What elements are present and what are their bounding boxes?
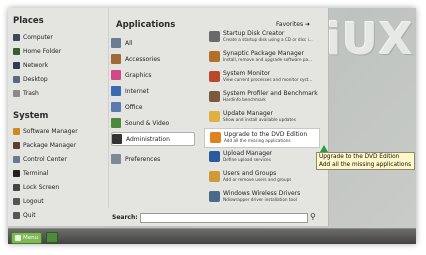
tooltip: Upgrade to the DVD Edition Add all the m… bbox=[316, 152, 415, 170]
upgrade-dvd-icon bbox=[210, 132, 221, 143]
all-icon bbox=[111, 38, 121, 48]
startup-disk-icon bbox=[209, 31, 220, 42]
app-windows-wireless-drivers[interactable]: Windows Wireless Drivers Ndiswrapper driv… bbox=[204, 188, 320, 208]
app-users-and-groups[interactable]: Users and Groups Add or remove users and … bbox=[204, 168, 320, 188]
places-item-trash[interactable]: Trash bbox=[13, 88, 39, 99]
system-item-control-center[interactable]: Control Center bbox=[13, 154, 67, 165]
accessories-icon bbox=[111, 54, 121, 64]
system-item-software-manager[interactable]: Software Manager bbox=[13, 126, 78, 137]
app-upgrade-dvd-edition[interactable]: Upgrade to the DVD Edition Add all the mi… bbox=[204, 128, 320, 148]
administration-icon bbox=[112, 134, 122, 144]
computer-icon bbox=[13, 34, 20, 41]
category-administration[interactable]: Administration bbox=[111, 132, 195, 146]
search-label: Search: bbox=[112, 214, 138, 221]
category-internet[interactable]: Internet bbox=[111, 84, 195, 98]
internet-icon bbox=[111, 86, 121, 96]
logout-icon bbox=[13, 198, 20, 205]
system-item-quit[interactable]: Quit bbox=[13, 210, 36, 221]
places-title: Places bbox=[13, 16, 44, 26]
search-input[interactable] bbox=[140, 213, 308, 223]
app-synaptic-package-manager[interactable]: Synaptic Package Manager Install, remove … bbox=[204, 48, 320, 68]
category-preferences[interactable]: Preferences bbox=[111, 152, 195, 166]
places-item-network[interactable]: Network bbox=[13, 60, 48, 71]
users-groups-icon bbox=[209, 171, 220, 182]
category-sound-video[interactable]: Sound & Video bbox=[111, 116, 195, 130]
office-icon bbox=[111, 102, 121, 112]
desktop: iUX Places Computer Home Folder Network … bbox=[8, 8, 416, 244]
tooltip-description: Add all the missing applications bbox=[319, 161, 412, 168]
bottom-panel: Menu bbox=[8, 228, 416, 244]
system-item-package-manager[interactable]: Package Manager bbox=[13, 140, 76, 151]
system-title: System bbox=[13, 111, 49, 121]
system-item-terminal[interactable]: Terminal bbox=[13, 168, 48, 179]
category-all[interactable]: All bbox=[111, 36, 195, 50]
system-monitor-icon bbox=[209, 71, 220, 82]
app-system-monitor[interactable]: System Monitor View current processes and… bbox=[204, 68, 320, 88]
system-item-logout[interactable]: Logout bbox=[13, 196, 44, 207]
places-item-computer[interactable]: Computer bbox=[13, 32, 53, 43]
show-desktop-icon[interactable] bbox=[46, 232, 58, 243]
favorites-button[interactable]: Favorites ➜ bbox=[276, 21, 310, 28]
update-manager-icon bbox=[209, 111, 220, 122]
graphics-icon bbox=[111, 70, 121, 80]
mint-logo-icon bbox=[15, 235, 21, 241]
wallpaper-logo-text: iUX bbox=[326, 14, 414, 65]
package-manager-icon bbox=[13, 142, 20, 149]
start-menu: Places Computer Home Folder Network Desk… bbox=[8, 8, 329, 226]
tooltip-title: Upgrade to the DVD Edition bbox=[319, 154, 400, 160]
upload-manager-icon bbox=[209, 151, 220, 162]
control-center-icon bbox=[13, 156, 20, 163]
lock-screen-icon bbox=[13, 184, 20, 191]
places-column: Places Computer Home Folder Network Desk… bbox=[8, 8, 106, 219]
profiler-icon bbox=[209, 91, 220, 102]
terminal-icon bbox=[13, 170, 20, 177]
home-icon bbox=[13, 48, 20, 55]
app-upload-manager[interactable]: Upload Manager Define upload services bbox=[204, 148, 320, 168]
menu-button-label: Menu bbox=[23, 235, 39, 241]
preferences-icon bbox=[111, 154, 121, 164]
category-graphics[interactable]: Graphics bbox=[111, 68, 195, 82]
search-bar: Search: ⚲ bbox=[110, 212, 324, 224]
category-office[interactable]: Office bbox=[111, 100, 195, 114]
app-system-profiler[interactable]: System Profiler and Benchmark Hardinfo be… bbox=[204, 88, 320, 108]
network-icon bbox=[13, 62, 20, 69]
desktop-icon bbox=[13, 76, 20, 83]
application-list: Startup Disk Creator Create a startup dis… bbox=[204, 28, 320, 216]
trash-icon bbox=[13, 90, 20, 97]
system-item-lock-screen[interactable]: Lock Screen bbox=[13, 182, 59, 193]
search-icon[interactable]: ⚲ bbox=[310, 212, 316, 221]
cursor-pointer-icon bbox=[320, 145, 328, 152]
quit-icon bbox=[13, 212, 20, 219]
places-item-desktop[interactable]: Desktop bbox=[13, 74, 48, 85]
software-manager-icon bbox=[13, 128, 20, 135]
menu-button[interactable]: Menu bbox=[11, 232, 43, 244]
synaptic-icon bbox=[209, 51, 220, 62]
places-item-home-folder[interactable]: Home Folder bbox=[13, 46, 61, 57]
sound-video-icon bbox=[111, 118, 121, 128]
category-column: All Accessories Graphics Internet Office… bbox=[108, 8, 201, 208]
wireless-icon bbox=[209, 191, 220, 202]
app-update-manager[interactable]: Update Manager Show and install available… bbox=[204, 108, 320, 128]
category-accessories[interactable]: Accessories bbox=[111, 52, 195, 66]
app-startup-disk-creator[interactable]: Startup Disk Creator Create a startup dis… bbox=[204, 28, 320, 48]
